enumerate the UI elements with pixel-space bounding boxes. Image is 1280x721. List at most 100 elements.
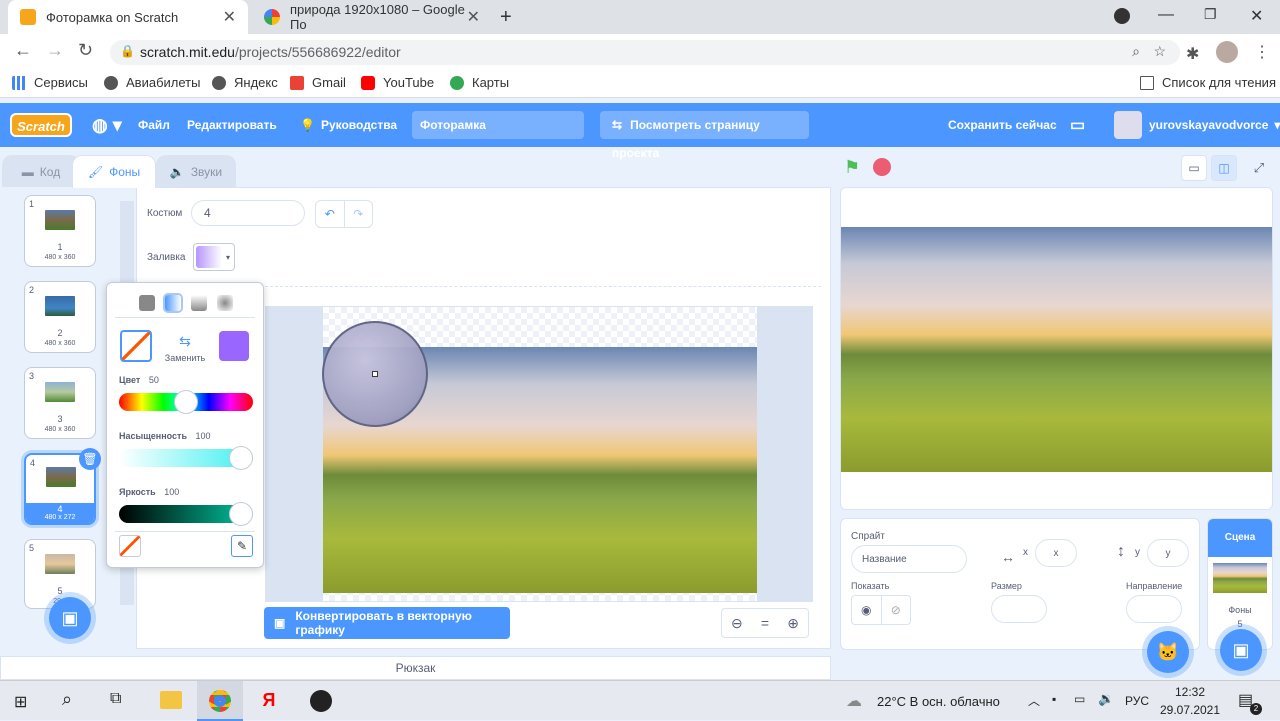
zoom-reset-icon[interactable]: =: [761, 615, 769, 631]
choose-backdrop-stage-button[interactable]: ▣: [1220, 629, 1262, 671]
bookmark-gmail[interactable]: Gmail: [290, 75, 346, 90]
circle-shape[interactable]: [322, 321, 428, 427]
bookmark-youtube[interactable]: YouTube: [361, 75, 434, 90]
saturation-knob[interactable]: [229, 446, 253, 470]
small-stage-icon[interactable]: ▭: [1181, 155, 1207, 181]
tray-chevron-icon[interactable]: ︿: [1028, 692, 1040, 709]
stop-icon[interactable]: [873, 158, 891, 176]
show-eye-icon[interactable]: ◉: [852, 596, 882, 624]
scratch-logo[interactable]: Scratch: [10, 113, 72, 137]
reload-icon[interactable]: ↻: [78, 40, 93, 61]
minimize-icon[interactable]: —: [1158, 6, 1174, 24]
windows-start-icon[interactable]: ⊞: [14, 692, 27, 712]
solid-fill-icon[interactable]: [139, 295, 155, 311]
no-color-swatch[interactable]: [120, 330, 152, 362]
tab-code[interactable]: ▬ Код: [2, 155, 80, 187]
forward-icon[interactable]: →: [46, 40, 64, 61]
address-bar[interactable]: 🔒 scratch.mit.edu/projects/556686922/edi…: [110, 40, 1180, 65]
account-menu[interactable]: yurovskayavodvorce ▾: [1149, 103, 1280, 147]
delete-backdrop-icon[interactable]: 🗑: [79, 448, 101, 470]
user-avatar[interactable]: [1114, 111, 1142, 139]
clock-date[interactable]: 29.07.2021: [1158, 703, 1222, 717]
new-tab-icon[interactable]: +: [500, 6, 512, 29]
fullscreen-icon[interactable]: ⤢: [1246, 155, 1272, 181]
choose-backdrop-button[interactable]: ▣: [49, 597, 91, 639]
backpack-bar[interactable]: Рюкзак: [0, 656, 831, 680]
zoom-in-icon[interactable]: ⊕: [787, 615, 799, 632]
x-input[interactable]: x: [1035, 539, 1077, 567]
tab-search-icon[interactable]: [1114, 8, 1130, 24]
back-icon[interactable]: ←: [14, 40, 32, 61]
undo-icon[interactable]: ↶: [316, 201, 345, 227]
zoom-icon[interactable]: ⌕: [1132, 43, 1140, 60]
profile-avatar[interactable]: [1216, 41, 1238, 63]
backdrop-item-1[interactable]: 1 1 480 x 360: [24, 195, 96, 267]
tab-backdrops[interactable]: 🖌 Фоны: [72, 155, 156, 188]
chrome-taskbar-button[interactable]: [197, 681, 243, 721]
see-project-page-button[interactable]: ⇆ Посмотреть страницу проекта: [600, 111, 809, 160]
bookmark-services[interactable]: Сервисы: [12, 75, 88, 90]
vertical-gradient-icon[interactable]: [191, 295, 207, 311]
gradient-end-swatch[interactable]: [219, 331, 249, 361]
sprite-name-input[interactable]: Название: [851, 545, 967, 573]
stage-target-panel[interactable]: Сцена Фоны 5 ▣: [1207, 518, 1273, 671]
tray-app-icon[interactable]: ▪: [1052, 692, 1056, 706]
clock-time[interactable]: 12:32: [1162, 685, 1218, 699]
transparent-color-button[interactable]: [119, 535, 141, 557]
hide-eye-icon[interactable]: ⊘: [882, 596, 911, 624]
restore-icon[interactable]: ❐: [1204, 6, 1217, 23]
menu-edit[interactable]: Редактировать: [187, 103, 277, 147]
menu-dots-icon[interactable]: ⋮: [1254, 42, 1270, 62]
yandex-browser-icon[interactable]: Я: [258, 690, 280, 712]
bookmark-yandex[interactable]: Яндекс: [212, 75, 278, 90]
battery-icon[interactable]: ▭: [1074, 692, 1085, 706]
tab-sounds[interactable]: 🔈 Звуки: [156, 155, 236, 187]
brightness-knob[interactable]: [229, 502, 253, 526]
menu-file[interactable]: Файл: [138, 103, 170, 147]
backdrop-item-2[interactable]: 2 2 480 x 360: [24, 281, 96, 353]
costume-name-input[interactable]: 4: [191, 200, 305, 226]
extensions-icon[interactable]: ✱: [1186, 44, 1199, 64]
redo-icon[interactable]: ↷: [345, 201, 373, 227]
obs-icon[interactable]: [310, 690, 332, 712]
saturation-slider[interactable]: [119, 446, 253, 470]
my-stuff-folder-icon[interactable]: ▭: [1070, 103, 1085, 147]
bookmark-maps[interactable]: Карты: [450, 75, 509, 90]
bookmark-star-icon[interactable]: ☆: [1153, 43, 1166, 60]
y-input[interactable]: y: [1147, 539, 1189, 567]
project-title-input[interactable]: Фоторамка: [412, 111, 584, 139]
center-handle[interactable]: [372, 371, 378, 377]
direction-input[interactable]: [1126, 595, 1182, 623]
volume-icon[interactable]: 🔉: [1098, 691, 1114, 707]
hue-slider[interactable]: [119, 390, 253, 414]
bookmark-aviabilety[interactable]: Авиабилеты: [104, 75, 200, 90]
close-tab-icon[interactable]: ✕: [467, 7, 480, 27]
file-explorer-icon[interactable]: [160, 691, 182, 709]
canvas-area[interactable]: [265, 306, 813, 602]
task-view-icon[interactable]: ⧉: [110, 690, 121, 708]
language-globe-icon[interactable]: ◍ ▾: [92, 103, 122, 147]
browser-tab-google[interactable]: природа 1920x1080 – Google По ✕: [252, 0, 492, 34]
weather-text[interactable]: 22°C В осн. облачно: [877, 694, 1000, 709]
reading-list[interactable]: Список для чтения: [1140, 75, 1276, 90]
backdrop-item-3[interactable]: 3 3 480 x 360: [24, 367, 96, 439]
stage[interactable]: [840, 187, 1273, 510]
browser-tab-scratch[interactable]: Фоторамка on Scratch ✕: [8, 0, 248, 34]
brightness-slider[interactable]: [119, 502, 253, 526]
green-flag-icon[interactable]: ⚑: [844, 157, 860, 178]
close-window-icon[interactable]: ✕: [1250, 6, 1263, 26]
radial-gradient-icon[interactable]: [217, 295, 233, 311]
hue-knob[interactable]: [174, 390, 198, 414]
close-tab-icon[interactable]: ✕: [223, 7, 236, 27]
save-now-button[interactable]: Сохранить сейчас: [948, 103, 1057, 147]
large-stage-icon[interactable]: ◫: [1211, 155, 1237, 181]
convert-to-vector-button[interactable]: ▣ Конвертировать в векторную графику: [264, 607, 510, 639]
choose-sprite-button[interactable]: 🐱: [1147, 631, 1189, 673]
zoom-out-icon[interactable]: ⊖: [731, 615, 743, 632]
horizontal-gradient-icon[interactable]: [165, 295, 181, 311]
menu-tutorials[interactable]: 💡 Руководства: [300, 103, 397, 147]
swap-arrows-icon[interactable]: ⇆: [165, 333, 205, 350]
fill-color-picker[interactable]: ▾: [193, 243, 235, 271]
eyedropper-icon[interactable]: ✎: [231, 535, 253, 557]
search-icon[interactable]: ⌕: [62, 689, 72, 710]
